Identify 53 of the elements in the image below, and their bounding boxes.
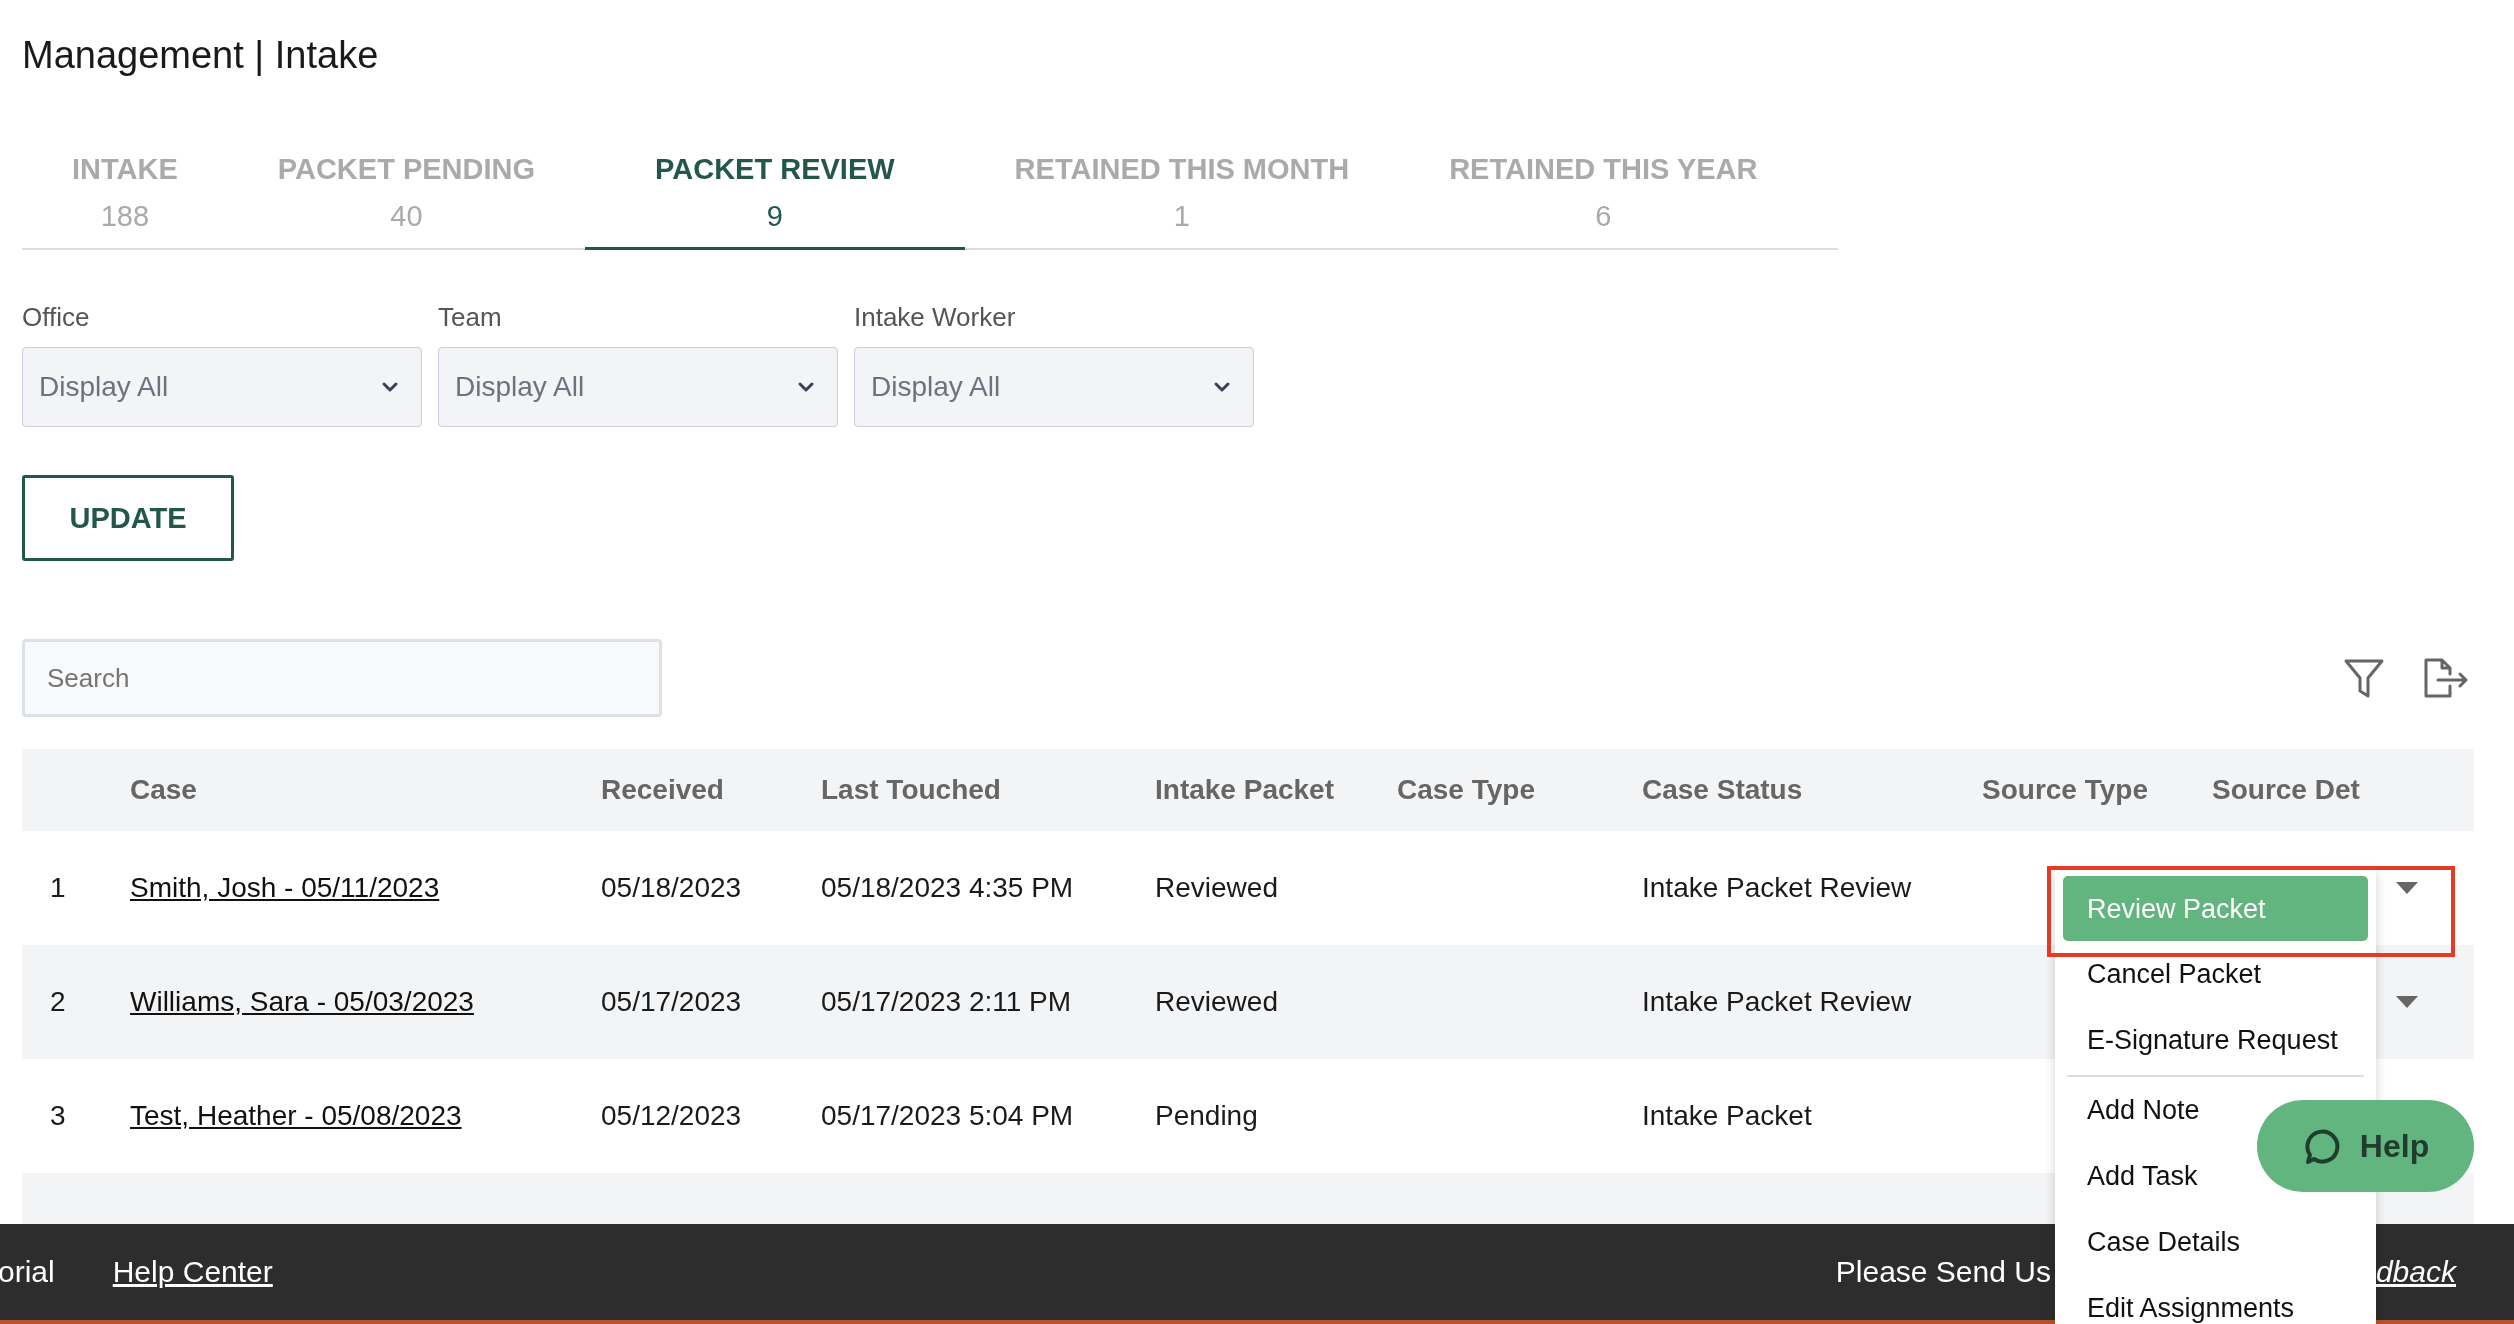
column-header: Intake Packet: [1155, 774, 1334, 805]
column-header: Case Type: [1397, 774, 1535, 805]
chevron-down-icon: [381, 381, 399, 393]
table-cell: Intake Packet Review: [1642, 986, 1912, 1017]
table-cell: Reviewed: [1155, 986, 1278, 1017]
table-cell: 05/17/2023 5:04 PM: [821, 1100, 1074, 1131]
row-number: 2: [50, 986, 66, 1017]
table-cell: 05/17/2023 2:11 PM: [821, 986, 1072, 1017]
page-title: Management | Intake: [22, 34, 380, 77]
table-cell: 05/18/2023 4:35 PM: [821, 872, 1074, 903]
table-cell: Reviewed: [1155, 872, 1278, 903]
case-link[interactable]: Williams, Sara - 05/03/2023: [130, 986, 474, 1017]
export-icon[interactable]: [2422, 656, 2470, 700]
column-header: Last Touched: [821, 774, 1001, 805]
menu-item[interactable]: Cancel Packet: [2087, 941, 2262, 1007]
filter-label: Intake Worker: [854, 302, 1016, 333]
table-cell: Intake Packet: [1642, 1100, 1812, 1131]
menu-item[interactable]: Add Note: [2087, 1077, 2200, 1143]
footer-text: orial: [0, 1255, 55, 1289]
table-cell: 05/18/2023: [601, 872, 742, 903]
help-button[interactable]: Help: [2257, 1100, 2474, 1192]
filter-label: Office: [22, 302, 90, 333]
column-header: Source Type: [1982, 774, 2148, 805]
chevron-down-icon: [797, 381, 815, 393]
filter-label: Team: [438, 302, 502, 333]
filter-select[interactable]: Display All: [22, 347, 422, 427]
caret-icon[interactable]: [2395, 881, 2419, 895]
column-header: Source Det: [2212, 774, 2360, 806]
row-number: 1: [50, 872, 66, 903]
footer-link[interactable]: Help Center: [112, 1255, 273, 1289]
chevron-down-icon: [1213, 381, 1231, 393]
caret-icon[interactable]: [2395, 995, 2419, 1009]
column-header: Received: [601, 774, 724, 805]
menu-item[interactable]: E-Signature Request: [2087, 1007, 2338, 1073]
menu-item[interactable]: Case Details: [2087, 1209, 2241, 1275]
table-cell: 05/17/2023: [601, 986, 742, 1017]
menu-item[interactable]: Add Task: [2087, 1143, 2198, 1209]
tab[interactable]: PACKET REVIEW 9: [585, 149, 965, 250]
footer-text: Please Send Us: [1835, 1255, 2051, 1289]
table-cell: 05/12/2023: [601, 1100, 742, 1131]
case-link[interactable]: Smith, Josh - 05/11/2023: [130, 872, 440, 903]
row-number: 3: [50, 1100, 66, 1131]
update-button[interactable]: UPDATE: [22, 475, 234, 561]
case-link[interactable]: Test, Heather - 05/08/2023: [130, 1100, 462, 1131]
filter-select[interactable]: Display All: [854, 347, 1254, 427]
filter-select[interactable]: Display All: [438, 347, 838, 427]
column-header: Case Status: [1642, 774, 1803, 805]
menu-item[interactable]: Edit Assignments: [2087, 1275, 2295, 1324]
table-cell: Pending: [1155, 1100, 1258, 1131]
column-header: Case: [130, 774, 197, 805]
search-field[interactable]: Search: [22, 639, 662, 717]
table-cell: Intake Packet Review: [1642, 872, 1912, 903]
footer-link[interactable]: dback: [2375, 1255, 2456, 1289]
